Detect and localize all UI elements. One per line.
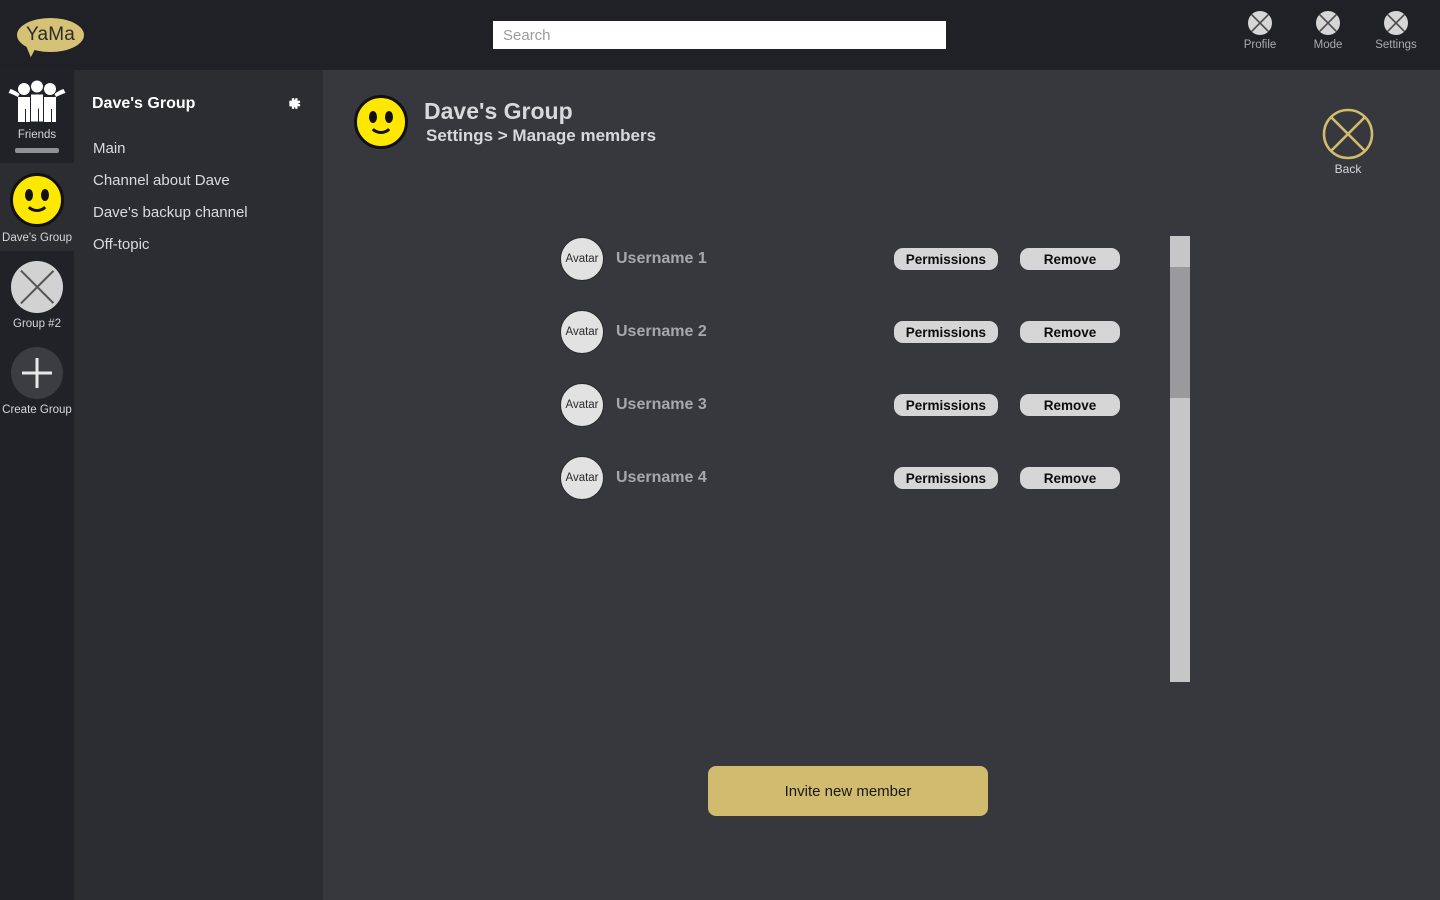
member-username: Username 4 xyxy=(616,469,707,486)
settings-label: Settings xyxy=(1375,39,1417,51)
top-bar-actions: Profile Mode Settings xyxy=(1236,10,1420,51)
mode-button[interactable]: Mode xyxy=(1304,10,1352,51)
avatar[interactable]: Avatar xyxy=(560,383,604,427)
sidebar-item-friends[interactable]: Friends xyxy=(0,70,74,163)
settings-button[interactable]: Settings xyxy=(1372,10,1420,51)
page-header-texts: Dave's Group Settings > Manage members xyxy=(424,97,656,147)
friends-group-icon xyxy=(8,80,66,122)
member-list: Avatar Username 1 Permissions Remove Ava… xyxy=(560,236,1120,528)
remove-button[interactable]: Remove xyxy=(1020,467,1120,489)
row-actions: Permissions Remove xyxy=(893,394,1120,416)
channel-item-main[interactable]: Main xyxy=(74,133,323,165)
plus-icon xyxy=(11,347,63,399)
back-label: Back xyxy=(1334,162,1362,176)
app-root: YaMa Profile Mode xyxy=(0,0,1440,900)
avatar[interactable]: Avatar xyxy=(560,456,604,500)
page-title: Dave's Group xyxy=(424,98,573,124)
logo-bubble: YaMa xyxy=(17,18,84,52)
table-row: Avatar Username 3 Permissions Remove xyxy=(560,382,1120,428)
sidebar-item-label: Create Group xyxy=(2,404,72,416)
member-username: Username 2 xyxy=(616,323,707,340)
sidebar-item-daves-group[interactable]: Dave's Group xyxy=(0,163,74,251)
smiley-face-icon xyxy=(10,173,64,227)
x-circle-icon xyxy=(11,261,63,313)
permissions-button[interactable]: Permissions xyxy=(893,248,998,270)
logo-text: YaMa xyxy=(25,24,76,45)
top-bar: YaMa Profile Mode xyxy=(0,0,1440,70)
x-circle-icon xyxy=(1322,108,1374,160)
channel-panel: Dave's Group Main Channel about Dave Dav… xyxy=(74,70,323,900)
server-rail: Friends Dave's Group Group #2 Create Gro… xyxy=(0,70,74,900)
app-logo[interactable]: YaMa xyxy=(17,18,84,59)
table-row: Avatar Username 4 Permissions Remove xyxy=(560,455,1120,501)
smiley-mouth xyxy=(24,196,50,212)
channel-item-off-topic[interactable]: Off-topic xyxy=(74,229,323,261)
table-row: Avatar Username 2 Permissions Remove xyxy=(560,309,1120,355)
sidebar-item-label: Friends xyxy=(17,129,57,141)
scrollbar-thumb[interactable] xyxy=(1170,267,1190,398)
avatar[interactable]: Avatar xyxy=(560,310,604,354)
group-name: Dave's Group xyxy=(92,94,196,112)
remove-button[interactable]: Remove xyxy=(1020,321,1120,343)
search-input[interactable] xyxy=(493,21,946,49)
row-actions: Permissions Remove xyxy=(893,467,1120,489)
profile-button[interactable]: Profile xyxy=(1236,10,1284,51)
gear-icon[interactable] xyxy=(283,94,302,113)
x-circle-icon xyxy=(1384,11,1408,35)
member-username: Username 1 xyxy=(616,250,707,267)
channel-list: Main Channel about Dave Dave's backup ch… xyxy=(74,133,323,261)
table-row: Avatar Username 1 Permissions Remove xyxy=(560,236,1120,282)
scrollbar[interactable] xyxy=(1170,236,1190,682)
sidebar-item-label: Group #2 xyxy=(13,318,61,330)
x-circle-icon xyxy=(1316,11,1340,35)
invite-new-member-button[interactable]: Invite new member xyxy=(708,766,988,816)
profile-label: Profile xyxy=(1243,39,1277,51)
smiley-mouth xyxy=(368,118,394,134)
sidebar-item-group-2[interactable]: Group #2 xyxy=(0,251,74,337)
back-button[interactable]: Back xyxy=(1322,108,1374,176)
main-content: Dave's Group Settings > Manage members B… xyxy=(323,70,1440,900)
avatar[interactable]: Avatar xyxy=(560,237,604,281)
smiley-face-icon xyxy=(354,95,408,149)
channel-item-channel-about-dave[interactable]: Channel about Dave xyxy=(74,165,323,197)
permissions-button[interactable]: Permissions xyxy=(893,394,998,416)
permissions-button[interactable]: Permissions xyxy=(893,321,998,343)
rail-divider xyxy=(15,148,59,153)
sidebar-item-label: Dave's Group xyxy=(2,232,72,244)
row-actions: Permissions Remove xyxy=(893,321,1120,343)
member-username: Username 3 xyxy=(616,396,707,413)
x-circle-icon xyxy=(1248,11,1272,35)
permissions-button[interactable]: Permissions xyxy=(893,467,998,489)
breadcrumb: Settings > Manage members xyxy=(426,126,657,145)
page-header: Dave's Group Settings > Manage members xyxy=(354,95,656,149)
channel-panel-header: Dave's Group xyxy=(74,70,323,113)
channel-item-daves-backup-channel[interactable]: Dave's backup channel xyxy=(74,197,323,229)
mode-label: Mode xyxy=(1313,39,1343,51)
remove-button[interactable]: Remove xyxy=(1020,248,1120,270)
row-actions: Permissions Remove xyxy=(893,248,1120,270)
create-group-button[interactable]: Create Group xyxy=(0,337,74,423)
remove-button[interactable]: Remove xyxy=(1020,394,1120,416)
